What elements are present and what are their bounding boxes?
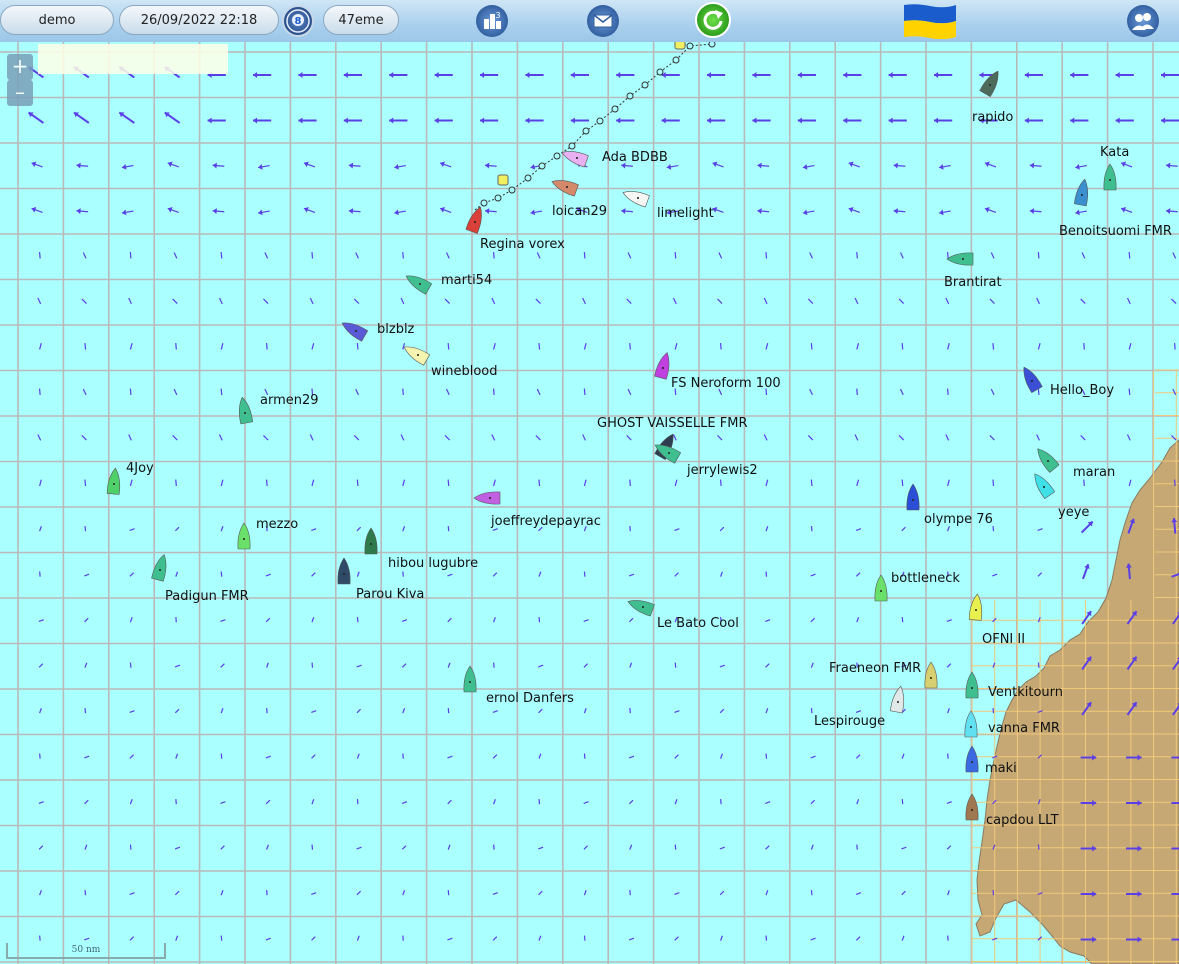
boat-center-dot — [343, 573, 345, 575]
boat-center-dot — [912, 499, 914, 501]
boat-label[interactable]: blzblz — [377, 322, 414, 337]
boat-label[interactable]: limelight — [657, 206, 714, 221]
boat-label[interactable]: jerrylewis2 — [687, 463, 758, 478]
boat-label[interactable]: maki — [985, 761, 1017, 776]
boat-center-dot — [489, 497, 491, 499]
top-toolbar: demo 26/09/2022 22:18 8 47eme 3 — [0, 0, 1179, 42]
boat-center-dot — [243, 538, 245, 540]
mail-icon[interactable] — [587, 5, 619, 37]
boat-label[interactable]: loican29 — [552, 204, 607, 219]
boat-label[interactable]: rapido — [972, 110, 1013, 125]
boat-label[interactable]: 4Joy — [126, 461, 154, 476]
datetime-display[interactable]: 26/09/2022 22:18 — [119, 5, 279, 35]
boat-center-dot — [469, 681, 471, 683]
boat-center-dot — [971, 687, 973, 689]
boat-center-dot — [970, 726, 972, 728]
boat-center-dot — [962, 258, 964, 260]
ranking-badge: 3 — [495, 11, 500, 20]
boat-label[interactable]: armen29 — [260, 393, 319, 408]
boat-label[interactable]: ernol Danfers — [486, 691, 574, 706]
boat-label[interactable]: capdou LLT — [986, 813, 1059, 828]
boat-label[interactable]: Padigun FMR — [165, 589, 249, 604]
rank-display[interactable]: 47eme — [323, 5, 399, 35]
info-overlay — [38, 44, 228, 74]
boat-center-dot — [1109, 179, 1111, 181]
scale-bar: 50 nm — [6, 943, 166, 959]
flag-yellow-band — [904, 20, 956, 40]
boat-label[interactable]: olympe 76 — [924, 512, 993, 527]
refresh-icon[interactable] — [695, 2, 731, 38]
boat-center-dot — [370, 543, 372, 545]
boat-label[interactable]: Brantirat — [944, 275, 1002, 290]
boat-label[interactable]: bottleneck — [891, 571, 960, 586]
boat-label[interactable]: Kata — [1100, 145, 1129, 160]
boat-label[interactable]: Le Bato Cool — [657, 616, 739, 631]
boat-label[interactable]: mezzo — [256, 517, 298, 532]
boat-label[interactable]: GHOST VAISSELLE FMR — [597, 416, 747, 431]
boat-label[interactable]: Regina vorex — [480, 237, 565, 252]
boat-center-dot — [930, 677, 932, 679]
boat-label[interactable]: Parou Kiva — [356, 587, 424, 602]
boat-center-dot — [971, 761, 973, 763]
boat-center-dot — [971, 809, 973, 811]
boat-label[interactable]: Ada BDBB — [602, 150, 668, 165]
boat-label[interactable]: Hello_Boy — [1050, 383, 1114, 398]
boat-label[interactable]: Lespirouge — [814, 714, 885, 729]
boat-label[interactable]: FS Neroform 100 — [671, 376, 781, 391]
boat-label[interactable]: yeye — [1058, 505, 1089, 520]
clock-badge: 8 — [295, 16, 302, 27]
boat-label[interactable]: marti54 — [441, 273, 492, 288]
players-icon[interactable] — [1127, 5, 1159, 37]
clock-icon[interactable]: 8 — [282, 5, 314, 37]
boat-label[interactable]: OFNI II — [982, 632, 1025, 647]
race-map[interactable]: + – rapido Kata Benoitsuomi FMR Ada BDBB loi… — [0, 0, 1179, 964]
ukraine-flag — [902, 3, 958, 40]
zoom-in-button[interactable]: + — [7, 54, 33, 80]
boat-label[interactable]: maran — [1073, 465, 1115, 480]
boat-label[interactable]: Ventkitourn — [988, 685, 1063, 700]
boat-label[interactable]: Benoitsuomi FMR — [1059, 224, 1172, 239]
zoom-out-button[interactable]: – — [7, 80, 33, 106]
ranking-icon[interactable]: 3 — [476, 5, 508, 37]
boat-label[interactable]: wineblood — [431, 364, 498, 379]
player-name-button[interactable]: demo — [0, 5, 114, 35]
boat-center-dot — [880, 590, 882, 592]
boat-label[interactable]: hibou lugubre — [388, 556, 478, 571]
boat-label[interactable]: Fraeneon FMR — [829, 661, 921, 676]
boat-label[interactable]: vanna FMR — [988, 721, 1060, 736]
boat-label[interactable]: joeffreydepayrac — [491, 514, 601, 529]
